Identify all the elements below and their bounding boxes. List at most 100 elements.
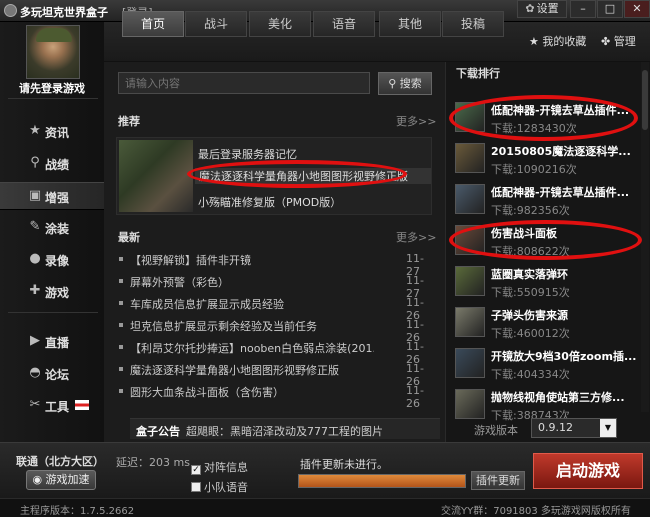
chevron-down-icon: ▼	[600, 419, 616, 437]
sidebar-divider	[8, 98, 98, 99]
latest-title: 最新	[118, 231, 140, 244]
notice-label: 盒子公告	[136, 425, 180, 438]
news-title[interactable]: 坦克信息扩展显示剩余经验及当前任务	[130, 318, 374, 334]
download-item[interactable]: 20150805魔法逐逐科学... 下载:1090216次	[450, 141, 640, 179]
search-button-label: 搜索	[399, 77, 422, 90]
highlight-ellipse	[449, 220, 642, 260]
recommend-title: 推荐	[118, 115, 140, 128]
search-button[interactable]: ⚲ 搜索	[378, 72, 432, 95]
rocket-icon: ◉	[32, 473, 43, 486]
news-title[interactable]: 魔法逐逐科学量角器小地图图形视野修正版	[130, 362, 374, 378]
sidebar-item[interactable]: ✂ 工具	[0, 392, 104, 420]
download-thumbnail	[455, 143, 485, 173]
latest-more-link[interactable]: 更多>>	[396, 229, 436, 245]
plugin-update-button[interactable]: 插件更新	[471, 471, 525, 490]
login-prompt[interactable]: 请先登录游戏	[0, 80, 104, 96]
start-game-button[interactable]: 启动游戏	[533, 453, 643, 489]
news-item[interactable]: 圆形大血条战斗面板（含伤害） 11-26	[116, 381, 436, 410]
sidebar-item[interactable]: ▶ 直播	[0, 328, 104, 356]
news-date: 11-26	[406, 384, 424, 410]
download-thumbnail	[455, 184, 485, 214]
checkbox-box[interactable]	[191, 482, 201, 492]
sidebar-item-label: 增强	[45, 191, 70, 205]
tab-item[interactable]: 美化	[249, 11, 311, 37]
app-logo-icon	[4, 4, 17, 17]
chat-icon: ◓	[29, 365, 41, 380]
play-icon: ▶	[30, 333, 40, 348]
sidebar-item-label: 工具	[45, 400, 70, 414]
checkbox-box[interactable]: ✓	[191, 465, 201, 475]
news-item[interactable]: 【视野解锁】插件非开镜 11-27	[116, 249, 436, 278]
news-title[interactable]: 【利昂艾尔托抄捧运】nooben白色弱点涂装(201...	[130, 340, 374, 356]
download-name[interactable]: 低配神器-开镜去草丛插件...	[491, 184, 639, 200]
manage-link[interactable]: ✤ 管理	[601, 33, 636, 49]
latency-label: 延迟：203 ms	[116, 456, 190, 469]
progress-fill	[299, 475, 465, 487]
close-button[interactable]: ✕	[624, 0, 650, 18]
sidebar-item-label: 论坛	[45, 368, 70, 382]
search-input[interactable]	[118, 72, 370, 94]
settings-label: 设置	[536, 2, 559, 15]
news-title[interactable]: 【视野解锁】插件非开镜	[130, 252, 374, 268]
news-item[interactable]: 魔法逐逐科学量角器小地图图形视野修正版 11-26	[116, 359, 436, 388]
news-item[interactable]: 坦克信息扩展显示剩余经验及当前任务 11-26	[116, 315, 436, 344]
version-value: 0.9.12	[538, 421, 573, 434]
settings-button[interactable]: ✿ 设置	[517, 0, 567, 18]
squad-voice-checkbox[interactable]: 小队语音	[191, 479, 248, 495]
recommend-thumbnail[interactable]	[119, 140, 193, 212]
download-item[interactable]: 开镜放大9档30倍zoom插... 下载:404334次	[450, 346, 640, 384]
sidebar-item[interactable]: ⚲ 战绩	[0, 150, 104, 178]
sidebar-item[interactable]: ✎ 涂装	[0, 214, 104, 242]
avatar[interactable]	[26, 25, 80, 79]
sidebar-item[interactable]: ▣ 增强	[0, 182, 104, 210]
download-thumbnail	[455, 348, 485, 378]
team-info-checkbox[interactable]: ✓ 对阵信息	[191, 459, 248, 475]
tab-item[interactable]: 其他	[379, 11, 441, 37]
scrollbar-thumb[interactable]	[642, 70, 648, 130]
sidebar-item[interactable]: ★ 资讯	[0, 118, 104, 146]
download-name[interactable]: 子弹头伤害来源	[491, 307, 639, 323]
download-name[interactable]: 20150805魔法逐逐科学...	[491, 143, 639, 159]
download-name[interactable]: 抛物线视角使站第三方修...	[491, 389, 639, 405]
tab-item[interactable]: 首页	[122, 11, 184, 37]
favorites-label: 我的收藏	[542, 35, 587, 48]
news-title[interactable]: 车库成员信息扩展显示成员经验	[130, 296, 374, 312]
puzzle-icon: ✤	[601, 35, 611, 48]
news-item[interactable]: 【利昂艾尔托抄捧运】nooben白色弱点涂装(201... 11-26	[116, 337, 436, 366]
version-select[interactable]: 0.9.12 ▼	[531, 418, 617, 438]
download-ranking-title: 下载排行	[456, 67, 500, 80]
tab-item[interactable]: 战斗	[185, 11, 247, 37]
download-item[interactable]: 蓝圈真实落弹环 下载:550915次	[450, 264, 640, 302]
bullet-icon	[119, 323, 123, 327]
sidebar-item[interactable]: ● 录像	[0, 246, 104, 274]
news-title[interactable]: 屏幕外预警（彩色）	[130, 274, 374, 290]
recommend-more-link[interactable]: 更多>>	[396, 113, 436, 129]
news-title[interactable]: 圆形大血条战斗面板（含伤害）	[130, 384, 374, 400]
tab-item[interactable]: 语音	[313, 11, 375, 37]
maximize-button[interactable]: □	[597, 0, 623, 18]
download-name[interactable]: 蓝圈真实落弹环	[491, 266, 639, 282]
sidebar-item[interactable]: ✚ 游戏	[0, 278, 104, 306]
download-name[interactable]: 开镜放大9档30倍zoom插...	[491, 348, 639, 364]
sidebar-item-label: 战绩	[45, 158, 70, 172]
news-item[interactable]: 车库成员信息扩展显示成员经验 11-26	[116, 293, 436, 322]
manage-label: 管理	[613, 35, 636, 48]
bullet-icon	[119, 345, 123, 349]
update-status-text: 插件更新未进行。	[300, 458, 388, 471]
search-icon: ⚲	[388, 77, 397, 90]
favorites-link[interactable]: ★ 我的收藏	[529, 33, 586, 49]
download-item[interactable]: 子弹头伤害来源 下载:460012次	[450, 305, 640, 343]
download-count: 下载:1090216次	[491, 163, 577, 176]
download-thumbnail	[455, 266, 485, 296]
sidebar-item[interactable]: ◓ 论坛	[0, 360, 104, 388]
notice-text[interactable]: 超飓眼：黑暗沼泽改动及777工程的图片	[186, 423, 383, 439]
accelerate-button[interactable]: ◉ 游戏加速	[26, 470, 96, 490]
minimize-button[interactable]: –	[570, 0, 596, 18]
download-thumbnail	[455, 307, 485, 337]
copyright-info: 交流YY群：7091803 多玩游戏网版权所有	[441, 506, 631, 517]
app-title: 多玩坦克世界盒子	[20, 6, 108, 19]
recommend-item[interactable]: 小殇瞄准修复版（PMOD版）	[198, 194, 341, 210]
download-item[interactable]: 低配神器-开镜去草丛插件... 下载:982356次	[450, 182, 640, 220]
news-item[interactable]: 屏幕外预警（彩色） 11-27	[116, 271, 436, 300]
tab-item[interactable]: 投稿	[442, 11, 504, 37]
